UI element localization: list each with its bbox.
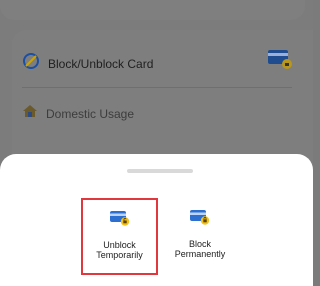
block-unblock-card-row[interactable]: Block/Unblock Card [22,52,153,75]
card-unlock-icon [109,209,131,231]
drag-handle[interactable] [127,169,193,173]
domestic-usage-row[interactable]: Domestic Usage [22,103,134,124]
block-permanently-label: Block Permanently [174,239,226,259]
home-icon [22,103,38,124]
block-unblock-card-label: Block/Unblock Card [48,56,154,71]
block-circle-icon [22,52,40,75]
card-lock-icon [189,208,211,230]
domestic-usage-label: Domestic Usage [46,106,135,121]
bottom-sheet: Unblock Temporarily Block Permanently [0,154,313,286]
unblock-temporarily-label: Unblock Temporarily [96,240,143,260]
block-permanently-option[interactable]: Block Permanently [162,198,238,274]
divider [22,87,292,88]
unblock-temporarily-option[interactable]: Unblock Temporarily [81,198,158,275]
card-lock-icon [267,48,293,75]
top-card [0,0,305,20]
